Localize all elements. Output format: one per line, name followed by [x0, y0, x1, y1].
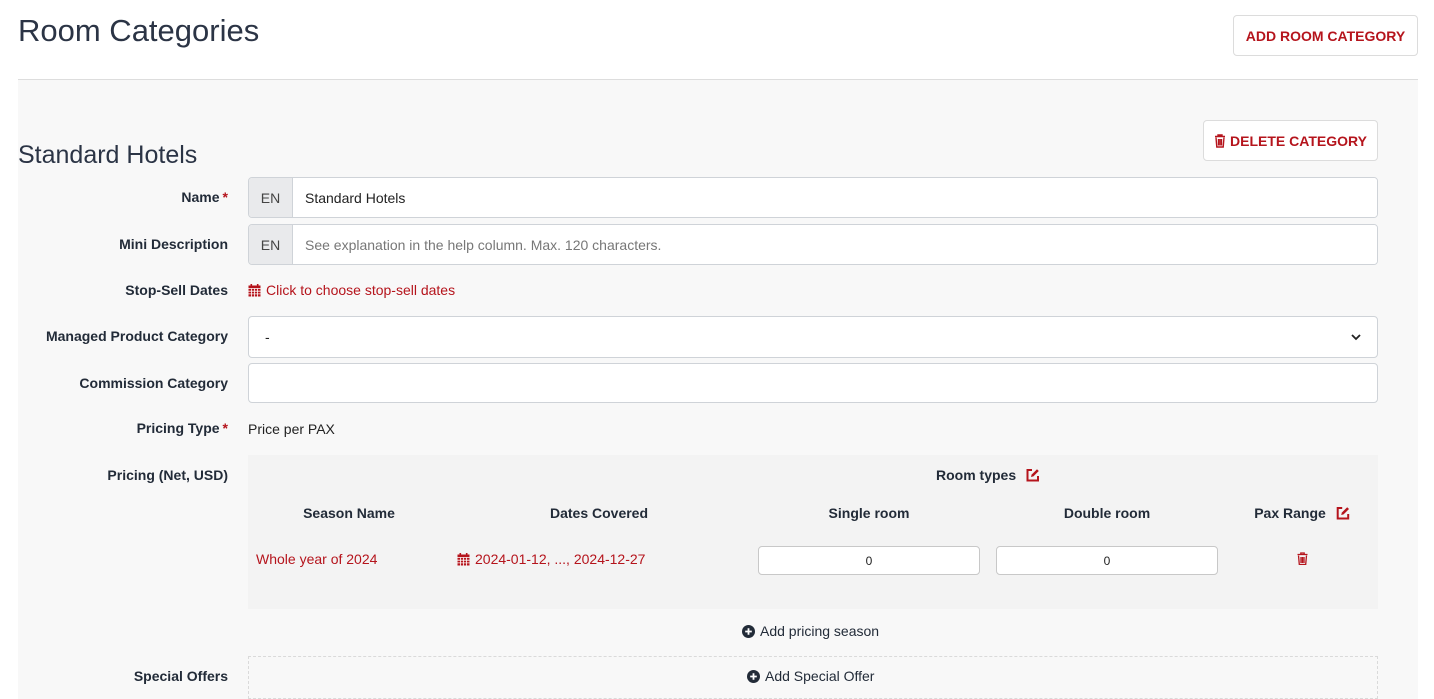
required-mark: *	[222, 420, 228, 436]
trash-icon[interactable]	[1297, 552, 1308, 565]
edit-icon[interactable]	[1026, 468, 1040, 482]
pricing-table	[248, 455, 1378, 609]
name-input[interactable]	[293, 178, 1377, 217]
add-special-offer-button[interactable]: Add Special Offer	[747, 668, 874, 684]
single-room-price-input[interactable]	[758, 546, 980, 575]
plus-circle-icon	[747, 669, 760, 683]
required-mark: *	[222, 189, 228, 205]
add-pricing-season-button[interactable]: Add pricing season	[742, 623, 879, 639]
season-name-link[interactable]: Whole year of 2024	[256, 551, 377, 567]
season-name-header: Season Name	[303, 505, 395, 521]
pricing-label: Pricing (Net, USD)	[107, 467, 228, 483]
chevron-down-icon	[1351, 333, 1361, 340]
pricing-type-value: Price per PAX	[248, 421, 335, 437]
delete-category-label: DELETE CATEGORY	[1230, 132, 1367, 149]
category-title: Standard Hotels	[18, 141, 198, 169]
single-room-header: Single room	[828, 505, 910, 521]
language-addon: EN	[249, 225, 293, 264]
selected-value: -	[265, 329, 270, 345]
edit-icon[interactable]	[1336, 506, 1350, 520]
calendar-icon	[248, 283, 261, 296]
add-room-category-button[interactable]: ADD ROOM CATEGORY	[1233, 15, 1418, 56]
mini-description-label: Mini Description	[119, 236, 228, 252]
room-types-header: Room types	[936, 467, 1040, 483]
stop-sell-dates-link[interactable]: Click to choose stop-sell dates	[248, 282, 455, 298]
pricing-type-label: Pricing Type *	[136, 420, 228, 436]
dates-covered-link[interactable]: 2024-01-12, ..., 2024-12-27	[457, 551, 645, 567]
commission-label: Commission Category	[79, 375, 228, 391]
stop-sell-label: Stop-Sell Dates	[125, 282, 228, 298]
trash-icon	[1215, 133, 1226, 148]
calendar-icon	[457, 552, 470, 565]
language-addon: EN	[249, 178, 293, 217]
delete-category-button[interactable]: DELETE CATEGORY	[1203, 120, 1378, 161]
page-title: Room Categories	[18, 13, 260, 48]
mini-description-input[interactable]	[293, 225, 1377, 264]
double-room-header: Double room	[1063, 505, 1151, 521]
managed-product-label: Managed Product Category	[45, 328, 228, 344]
plus-circle-icon	[742, 624, 755, 638]
dates-covered-header: Dates Covered	[549, 505, 649, 521]
pax-range-header: Pax Range	[1254, 505, 1350, 521]
mini-description-field-group: EN	[248, 224, 1378, 265]
special-offers-label: Special Offers	[133, 668, 228, 684]
commission-input[interactable]	[248, 363, 1378, 403]
name-label: Name *	[181, 189, 228, 205]
double-room-price-input[interactable]	[996, 546, 1218, 575]
managed-product-select[interactable]: -	[248, 316, 1378, 358]
name-field-group: EN	[248, 177, 1378, 218]
